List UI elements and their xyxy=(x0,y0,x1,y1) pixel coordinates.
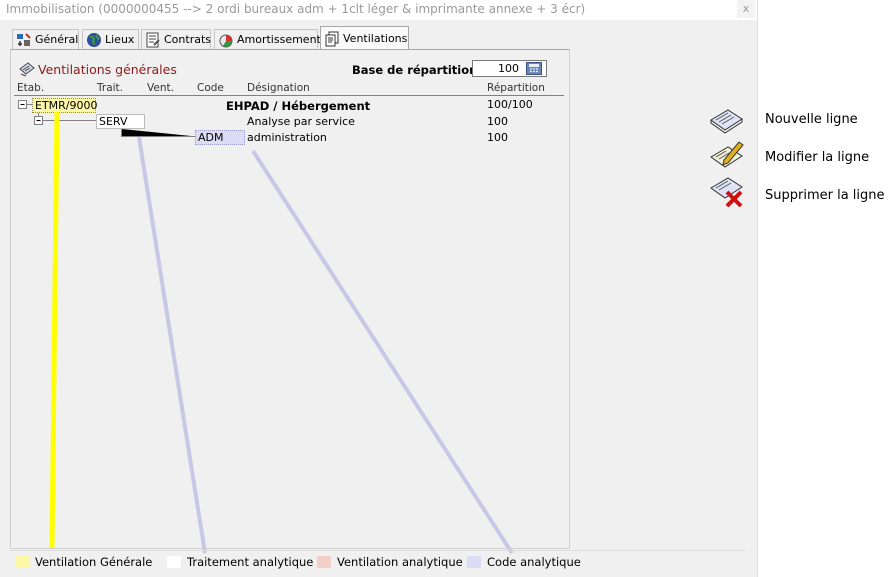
edit-line-button[interactable] xyxy=(708,140,744,172)
edit-line-label: Modifier la ligne xyxy=(765,150,870,165)
legend-ventilation-generale: Ventilation Générale xyxy=(15,555,152,569)
legend-code-analytique: Code analytique xyxy=(467,555,581,569)
legend-label: Traitement analytique xyxy=(187,555,314,569)
delete-line-icon xyxy=(710,177,743,208)
delete-line-button[interactable] xyxy=(708,175,744,208)
legend-ventilation-analytique: Ventilation analytique xyxy=(317,555,463,569)
legend-label: Ventilation Générale xyxy=(35,555,153,569)
legend-swatch xyxy=(167,556,181,568)
legend-swatch xyxy=(317,556,331,568)
legend-label: Ventilation analytique xyxy=(337,555,463,569)
legend-swatch xyxy=(467,556,481,568)
legend-traitement-analytique: Traitement analytique xyxy=(167,555,313,569)
edit-line-icon xyxy=(710,141,744,168)
new-line-button[interactable] xyxy=(708,104,744,136)
legend-divider xyxy=(10,550,745,551)
legend-label: Code analytique xyxy=(487,555,581,569)
annotation-lines xyxy=(49,111,514,555)
delete-line-label: Supprimer la ligne xyxy=(765,188,885,203)
legend-swatch xyxy=(15,556,29,568)
new-line-label: Nouvelle ligne xyxy=(765,112,858,127)
new-line-icon xyxy=(710,109,743,134)
